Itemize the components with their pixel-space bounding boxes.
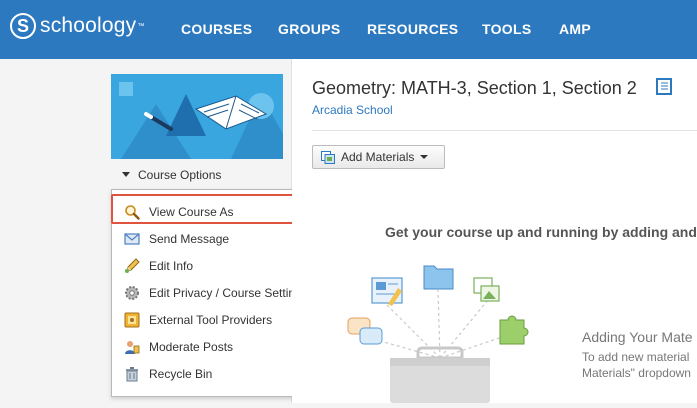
add-materials-button[interactable]: Add Materials bbox=[312, 145, 445, 169]
menu-item-label: Send Message bbox=[149, 231, 230, 246]
nav-tools[interactable]: TOOLS bbox=[482, 21, 531, 37]
course-profile-image bbox=[111, 74, 283, 159]
pencil-icon bbox=[124, 257, 140, 274]
course-options-label: Course Options bbox=[138, 168, 222, 182]
menu-item-label: External Tool Providers bbox=[149, 312, 273, 327]
chevron-down-icon bbox=[420, 155, 429, 159]
logo-text: schoology bbox=[40, 14, 137, 37]
schoology-logo[interactable]: S schoology ™ bbox=[10, 13, 144, 39]
adding-materials-description-line-1: To add new material bbox=[582, 350, 690, 364]
images-illustration-icon bbox=[473, 277, 500, 302]
menu-item-label: Recycle Bin bbox=[149, 366, 213, 381]
logo-s-icon: S bbox=[10, 13, 36, 39]
school-link[interactable]: Arcadia School bbox=[312, 103, 393, 117]
gear-icon bbox=[124, 285, 140, 301]
document-illustration-icon bbox=[371, 277, 403, 306]
nav-courses[interactable]: COURSES bbox=[181, 21, 252, 37]
top-navigation-bar: S schoology ™ COURSES GROUPS RESOURCES T… bbox=[0, 0, 697, 59]
nav-groups[interactable]: GROUPS bbox=[278, 21, 340, 37]
adding-materials-title: Adding Your Mate bbox=[582, 329, 693, 345]
folder-illustration-icon bbox=[423, 265, 454, 290]
header-divider bbox=[312, 130, 697, 131]
discussion-illustration-icon bbox=[347, 317, 383, 345]
nav-resources[interactable]: RESOURCES bbox=[367, 21, 458, 37]
nav-amp[interactable]: AMP bbox=[559, 21, 591, 37]
puzzle-illustration-icon bbox=[499, 315, 529, 345]
trash-icon bbox=[124, 366, 140, 382]
empty-state-heading: Get your course up and running by adding… bbox=[385, 224, 697, 240]
user-icon bbox=[124, 339, 140, 355]
menu-item-label: Edit Info bbox=[149, 258, 194, 273]
envelope-icon bbox=[124, 231, 140, 247]
add-materials-label: Add Materials bbox=[341, 150, 415, 164]
course-options-toggle[interactable]: Course Options bbox=[122, 168, 221, 182]
materials-illustration bbox=[340, 258, 540, 403]
menu-item-label: Moderate Posts bbox=[149, 339, 234, 354]
page-title: Geometry: MATH-3, Section 1, Section 2 bbox=[312, 78, 637, 98]
caret-down-icon bbox=[122, 172, 130, 178]
puzzle-icon bbox=[124, 312, 140, 328]
adding-materials-description-line-2: Materials" dropdown bbox=[582, 366, 691, 380]
menu-item-label: Edit Privacy / Course Settings bbox=[149, 285, 308, 300]
add-materials-icon bbox=[321, 150, 335, 164]
course-notes-icon[interactable] bbox=[656, 78, 672, 95]
